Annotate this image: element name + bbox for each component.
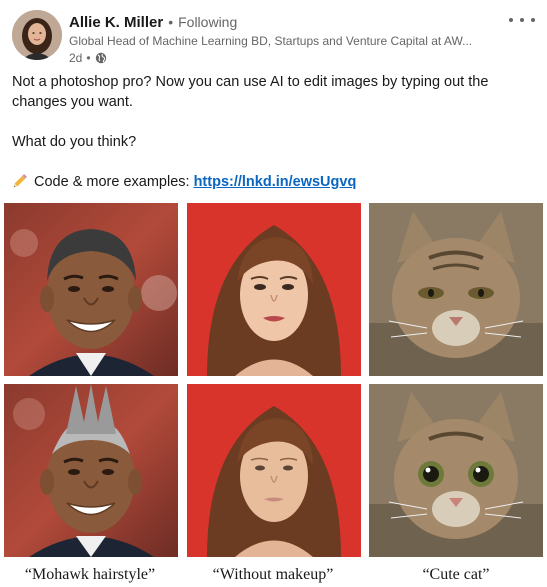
- author-name-row: Allie K. Miller • Following: [69, 12, 499, 32]
- post-time: 2d: [69, 51, 83, 65]
- cat-original-image[interactable]: [369, 203, 543, 376]
- time-separator: •: [86, 51, 91, 65]
- follow-status[interactable]: Following: [178, 14, 237, 30]
- author-headline: Global Head of Machine Learning BD, Star…: [69, 34, 473, 48]
- code-prefix: Code & more examples:: [34, 174, 194, 190]
- globe-icon: [95, 52, 107, 64]
- post-header: Allie K. Miller • Following Global Head …: [12, 10, 537, 65]
- avatar[interactable]: [12, 10, 62, 60]
- man-mohawk-image[interactable]: [4, 384, 178, 557]
- post-text-line-1: Not a photoshop pro? Now you can use AI …: [12, 74, 489, 110]
- caption-mohawk: “Mohawk hairstyle”: [24, 566, 156, 583]
- follow-separator: •: [168, 14, 174, 30]
- examples-link[interactable]: https://lnkd.in/ewsUgvq: [194, 174, 357, 190]
- caption-no-makeup: “Without makeup”: [212, 566, 334, 583]
- man-original-image[interactable]: [4, 203, 178, 376]
- post-time-row: 2d •: [69, 50, 499, 66]
- pencil-icon: [12, 172, 30, 188]
- post-body: Not a photoshop pro? Now you can use AI …: [12, 72, 537, 192]
- author-meta: Allie K. Miller • Following Global Head …: [69, 12, 499, 66]
- post-code-line: Code & more examples: https://lnkd.in/ew…: [12, 172, 537, 192]
- author-name[interactable]: Allie K. Miller: [69, 14, 163, 31]
- post-text-line-2: What do you think?: [12, 134, 137, 150]
- cat-cute-image[interactable]: [369, 384, 543, 557]
- woman-original-image[interactable]: [187, 203, 361, 376]
- image-grid[interactable]: [4, 203, 543, 587]
- caption-cute-cat: “Cute cat”: [422, 566, 490, 583]
- more-options-icon[interactable]: [509, 12, 535, 28]
- woman-no-makeup-image[interactable]: [187, 384, 361, 557]
